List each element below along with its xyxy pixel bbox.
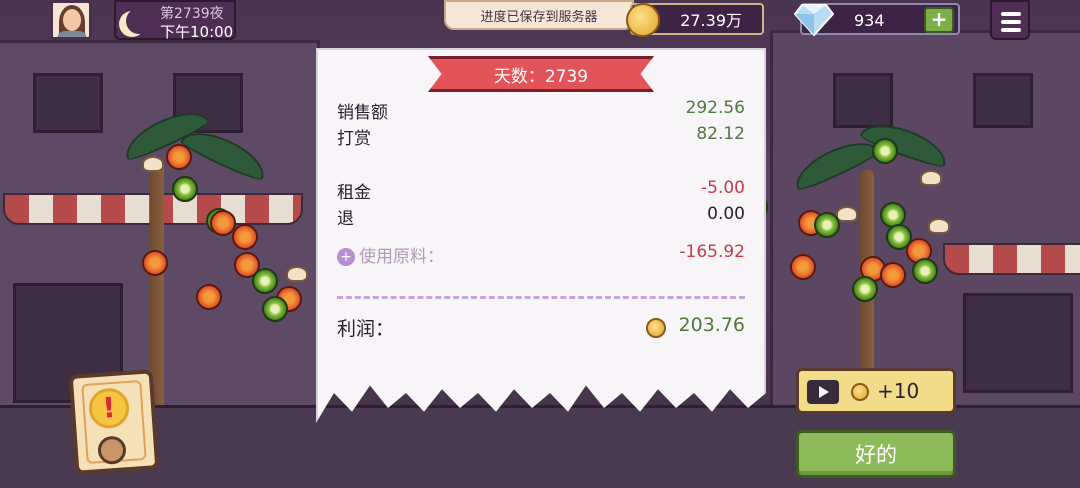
ok-button[interactable]: 好的 (796, 430, 956, 478)
ingredients-label-wrap[interactable]: + 使用原料： (337, 242, 444, 267)
profit-label: 利润： (337, 318, 395, 340)
gem-amount: 934 (854, 11, 885, 30)
tomato-slice-icon (196, 284, 222, 310)
window (33, 73, 103, 133)
window (973, 73, 1033, 128)
garlic-icon (142, 156, 164, 172)
reward-amount: +10 (877, 379, 920, 403)
receipt-divider (337, 296, 745, 299)
add-gems-button[interactable]: + (924, 7, 954, 33)
jalapeno-slice-icon (872, 138, 898, 164)
refund-row: 退 0.00 (337, 204, 745, 229)
avatar-body (57, 31, 87, 37)
clock-time: 下午10:00 (160, 23, 234, 41)
jalapeno-slice-icon (852, 276, 878, 302)
rent-label: 租金 (337, 183, 371, 203)
refund-label: 退 (337, 209, 354, 229)
day-night-indicator: 第2739夜 下午10:00 (114, 0, 236, 41)
coin-icon (646, 318, 666, 338)
diamond-icon (794, 4, 834, 37)
menu-button[interactable] (990, 0, 1030, 40)
rent-row: 租金 -5.00 (337, 178, 745, 203)
tomato-slice-icon (790, 254, 816, 280)
garlic-icon (836, 206, 858, 222)
coin-icon (851, 383, 869, 401)
tomato-slice-icon (880, 262, 906, 288)
expand-plus-icon[interactable]: + (337, 248, 355, 266)
save-toast: 进度已保存到服务器 (444, 0, 634, 30)
window (833, 73, 893, 128)
moon-icon (126, 8, 152, 34)
shop-window (963, 293, 1073, 393)
ingredients-label: 使用原料： (359, 247, 444, 267)
jalapeno-slice-icon (814, 212, 840, 238)
avatar-face (63, 9, 81, 31)
coin-amount: 27.39万 (680, 11, 742, 30)
tips-row: 打赏 82.12 (337, 124, 745, 149)
sales-row: 销售额 292.56 (337, 98, 745, 123)
tips-value: 82.12 (696, 124, 745, 144)
garlic-icon (928, 218, 950, 234)
tomato-slice-icon (142, 250, 168, 276)
ingredients-value: -165.92 (679, 242, 745, 262)
jalapeno-slice-icon (172, 176, 198, 202)
coin-icon (626, 3, 660, 37)
coin-balance: 27.39万 (626, 3, 764, 37)
awning (943, 243, 1080, 275)
watch-ad-reward-button[interactable]: +10 (796, 368, 956, 414)
sales-label: 销售额 (337, 103, 388, 123)
tomato-slice-icon (232, 224, 258, 250)
receipt-title: 天数：2739 (428, 56, 654, 92)
jalapeno-slice-icon (262, 296, 288, 322)
video-play-icon (807, 380, 839, 404)
alert-card[interactable]: ! (68, 369, 160, 475)
garlic-icon (920, 170, 942, 186)
player-avatar[interactable] (50, 0, 92, 40)
rent-value: -5.00 (701, 178, 745, 198)
tomato-slice-icon (166, 144, 192, 170)
night-count: 第2739夜 (160, 6, 224, 22)
tips-label: 打赏 (337, 129, 371, 149)
sales-value: 292.56 (685, 98, 745, 118)
ingredients-row[interactable]: + 使用原料： -165.92 (337, 242, 745, 267)
profit-value: 203.76 (678, 314, 745, 336)
jalapeno-slice-icon (912, 258, 938, 284)
refund-value: 0.00 (707, 204, 745, 224)
menu-icon (1001, 12, 1021, 16)
palm-trunk-left (150, 160, 164, 410)
jalapeno-slice-icon (252, 268, 278, 294)
menu-icon (1001, 20, 1021, 24)
menu-icon (1001, 28, 1021, 32)
gem-balance: 934 + (794, 3, 960, 37)
garlic-icon (286, 266, 308, 282)
